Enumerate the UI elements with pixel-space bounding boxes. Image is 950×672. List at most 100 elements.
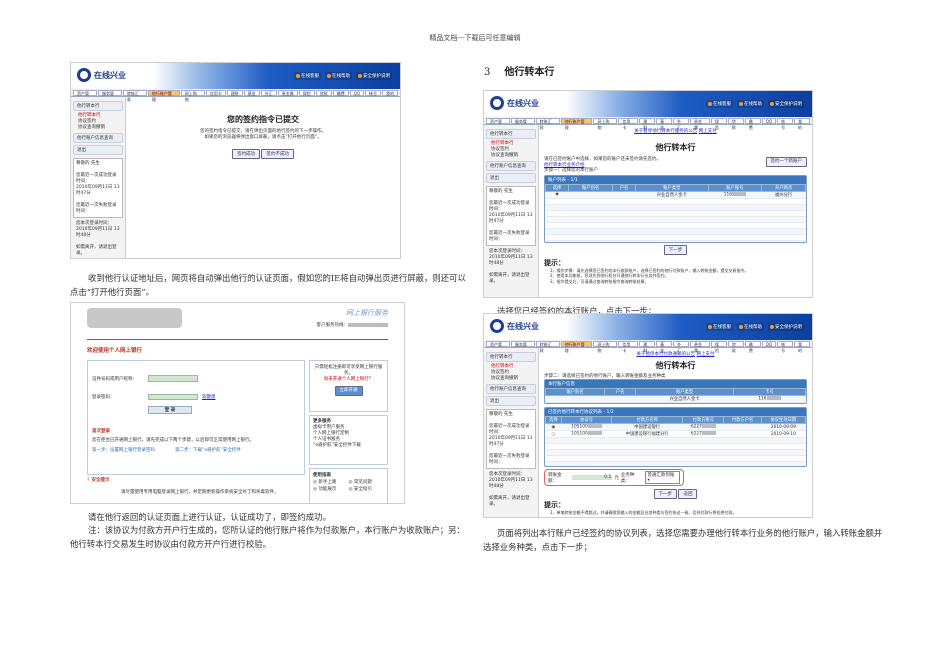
nav-tab[interactable]: QQ: [761, 118, 777, 124]
nav-tab[interactable]: 保险: [710, 118, 727, 130]
notice-link[interactable]: 关于暂停他行转本行服务的公告: [634, 129, 697, 134]
nav-tab[interactable]: 基金: [656, 118, 673, 130]
header-link[interactable]: 在线客服: [706, 100, 733, 108]
nav-tab[interactable]: 转账汇款: [535, 118, 560, 130]
sidebar-group[interactable]: 他行账户信息查询: [486, 384, 536, 394]
nav-tab[interactable]: 转账汇款: [535, 341, 560, 353]
table-cell[interactable]: ○: [545, 430, 562, 438]
nav-tab[interactable]: 资产管理: [486, 118, 510, 130]
soft-keyboard-link[interactable]: 软键盘: [202, 394, 216, 400]
nav-tab[interactable]: 他行账户管理: [560, 118, 593, 130]
sidebar-item[interactable]: 协议查询撤销: [486, 376, 536, 382]
nav-tab[interactable]: 转账汇款: [122, 90, 147, 102]
login-button[interactable]: 登 录: [148, 406, 192, 414]
header-link[interactable]: 安全保护说明: [356, 72, 392, 80]
list-item[interactable]: 1、单笔转账金额不得超过，并请确保您输入的金额及业务种类与签约协议一致，否则付款…: [550, 510, 807, 516]
nav-tab[interactable]: QQ: [349, 90, 364, 96]
nav-tab[interactable]: 网上购物: [180, 90, 205, 102]
step2-link[interactable]: 第二步：下载“e盾护航”安全控件: [175, 447, 241, 453]
guide-item[interactable]: ◎ 常见问题: [349, 479, 385, 486]
guide-item[interactable]: ◎ 功能展示: [313, 486, 349, 493]
nav-tab[interactable]: 服务管理: [97, 90, 122, 102]
nav-tab[interactable]: 贷款: [727, 118, 744, 130]
open-link[interactable]: 尚未开通个人网上银行？: [314, 377, 383, 383]
table-row[interactable]: ◉ 兴业自然人金卡 116 福州分行: [545, 191, 806, 199]
amount-input[interactable]: 0.1: [572, 475, 613, 480]
password-input[interactable]: [148, 394, 198, 400]
list-item[interactable]: “e盾护航”安全控件下载: [313, 443, 384, 449]
notice-link[interactable]: 关于暂停本行付款通知的公告: [637, 352, 696, 357]
nav-tab[interactable]: 帐号: [777, 341, 793, 353]
table-cell[interactable]: [545, 395, 605, 403]
guide-item[interactable]: ◎ 新手上路: [313, 479, 349, 486]
nav-tab[interactable]: 贷款: [727, 341, 744, 353]
nav-tab[interactable]: 保险: [710, 341, 727, 353]
nav-tab[interactable]: 我的: [794, 341, 810, 353]
table-cell[interactable]: ◉: [545, 191, 569, 199]
nav-tab[interactable]: 理财: [639, 341, 656, 353]
table-row[interactable]: ○ 105100 中国建设银行福建分行 6227 2010-09-10: [545, 430, 806, 438]
nav-tab[interactable]: 网上购物: [593, 118, 618, 130]
header-link[interactable]: 安全保护说明: [768, 100, 804, 108]
nav-tab[interactable]: 信用卡: [618, 341, 639, 353]
sidebar-group[interactable]: 他行转本行: [486, 352, 536, 362]
nav-tab[interactable]: 贷款: [315, 90, 332, 96]
nav-tab[interactable]: 基金: [656, 341, 673, 353]
notice-link-2[interactable]: 网上支付: [699, 129, 717, 134]
nav-tab[interactable]: QQ: [761, 341, 777, 347]
header-link[interactable]: 安全保护说明: [768, 323, 804, 331]
sidebar-group[interactable]: 退出: [73, 145, 123, 155]
nav-tab[interactable]: 帐号: [365, 90, 381, 96]
nav-tab[interactable]: 我的: [381, 90, 398, 96]
sign-success-button[interactable]: 签约成功: [232, 149, 261, 159]
header-link[interactable]: 在线帮助: [737, 100, 764, 108]
nav-tab[interactable]: 贵金属: [690, 118, 710, 130]
header-link[interactable]: 在线帮助: [737, 323, 764, 331]
nav-tab[interactable]: 贵金属: [277, 90, 298, 96]
nav-tab[interactable]: 缴费: [744, 341, 761, 353]
nav-tab[interactable]: 缴费: [744, 118, 761, 130]
nav-tab[interactable]: 理财: [639, 118, 656, 130]
nav-tab[interactable]: 服务管理: [510, 118, 535, 130]
table-row[interactable]: ◉ 105100 中国建设银行 6227 2010-09-09: [545, 423, 806, 431]
nav-tab[interactable]: 外汇: [260, 90, 277, 96]
sidebar-group[interactable]: 他行账户信息查询: [73, 133, 123, 143]
sidebar-group[interactable]: 退出: [486, 173, 536, 183]
sidebar-group[interactable]: 他行转本行: [73, 101, 123, 111]
nav-tab[interactable]: 信用卡: [205, 90, 226, 96]
nav-tab[interactable]: 贵金属: [690, 341, 710, 353]
nav-tab[interactable]: 我的: [794, 118, 810, 130]
table-row[interactable]: 兴业自然人金卡 116: [545, 395, 806, 403]
header-link[interactable]: 在线客服: [294, 72, 321, 80]
open-button[interactable]: 立即开通: [334, 386, 363, 396]
header-link[interactable]: 在线客服: [706, 323, 733, 331]
nav-tab[interactable]: 资产管理: [73, 90, 97, 102]
sidebar-group[interactable]: 退出: [486, 396, 536, 406]
nav-tab[interactable]: 信用卡: [618, 118, 639, 130]
nav-tab[interactable]: 他行账户管理: [560, 341, 593, 353]
nav-tab[interactable]: 帐号: [777, 118, 793, 130]
nav-tab[interactable]: 外汇: [673, 341, 690, 353]
list-item[interactable]: 3、指令提交后，可请通过查询转账指令查询转账结果。: [550, 279, 807, 285]
nav-tab[interactable]: 服务管理: [510, 341, 535, 353]
next-button[interactable]: 下一步: [653, 489, 678, 499]
notice-link-2[interactable]: 网上支付: [696, 352, 714, 357]
sidebar-group[interactable]: 他行账户信息查询: [486, 161, 536, 171]
sign-fail-button[interactable]: 签约不成功: [261, 149, 294, 159]
sidebar-group[interactable]: 他行转本行: [486, 129, 536, 139]
nav-tab[interactable]: 理财: [226, 90, 243, 96]
sidebar-item[interactable]: 协议查询撤销: [486, 153, 536, 159]
next-button[interactable]: 下一步: [663, 244, 688, 255]
guide-item[interactable]: ◎ 安全指引: [349, 486, 385, 493]
back-button[interactable]: 返回: [678, 489, 698, 499]
step1-link[interactable]: 第一步：设置网上银行登录密码: [92, 447, 155, 453]
sidebar-item[interactable]: 协议查询撤销: [73, 125, 123, 131]
nav-tab[interactable]: 保险: [298, 90, 315, 96]
nav-tab[interactable]: 网上购物: [593, 341, 618, 353]
header-link[interactable]: 在线帮助: [325, 72, 352, 80]
nav-tab[interactable]: 缴费: [332, 90, 349, 96]
add-account-button[interactable]: 签约一个新账户: [765, 157, 807, 167]
table-cell[interactable]: ◉: [545, 423, 562, 431]
id-input[interactable]: [148, 375, 198, 382]
nav-tab[interactable]: 基金: [243, 90, 260, 96]
